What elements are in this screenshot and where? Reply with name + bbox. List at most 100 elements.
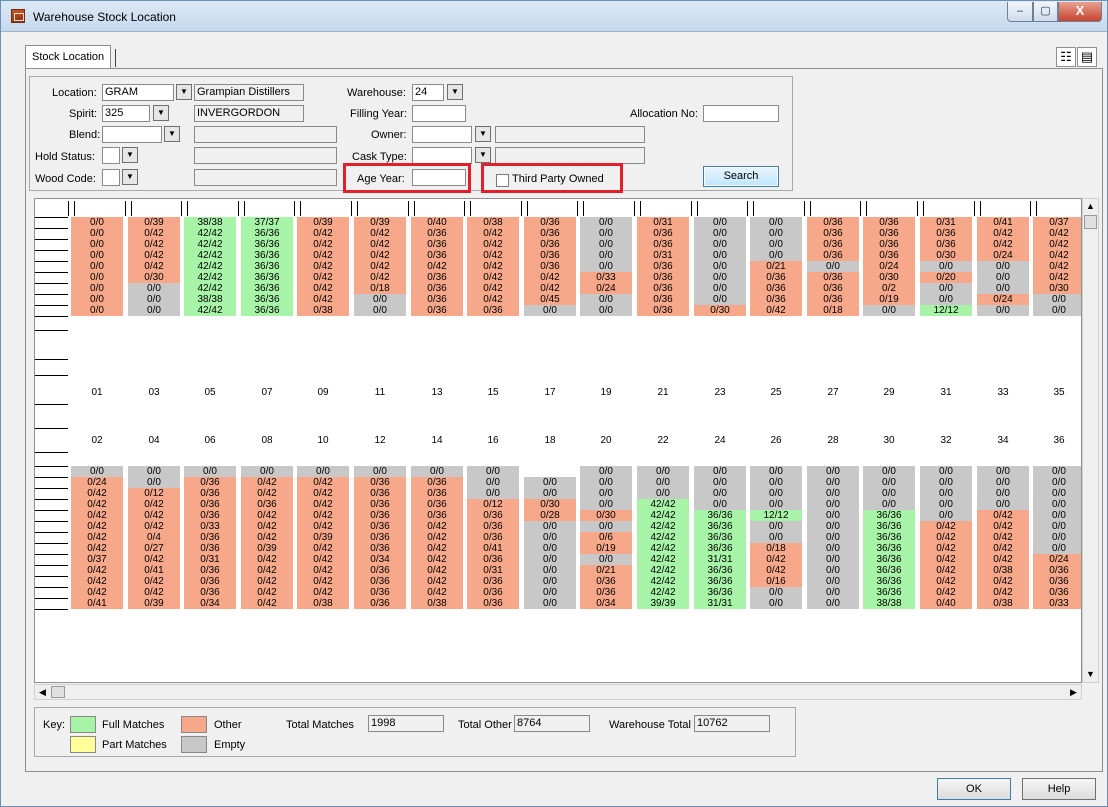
bay-cell[interactable]: 0/42 [71, 532, 123, 543]
bay-cell[interactable]: 0/34 [580, 598, 632, 609]
bay-cell[interactable]: 0/0 [524, 576, 576, 587]
bay-cell[interactable]: 0/24 [977, 250, 1029, 261]
bay-cell[interactable]: 0/30 [863, 272, 915, 283]
bay-cell[interactable]: 0/42 [411, 261, 463, 272]
bay-cell[interactable]: 0/42 [411, 587, 463, 598]
bay-cell[interactable]: 0/42 [128, 587, 180, 598]
bay-cell[interactable]: 42/42 [184, 239, 236, 250]
bay-cell[interactable]: 0/0 [977, 272, 1029, 283]
bay-cell[interactable]: 0/42 [297, 554, 349, 565]
bay-cell[interactable]: 0/12 [467, 499, 519, 510]
bay-cell[interactable]: 36/36 [694, 532, 746, 543]
bay-cell[interactable]: 0/18 [354, 283, 406, 294]
print-icon[interactable]: ▤ [1077, 47, 1097, 67]
bay-cell[interactable]: 0/0 [128, 283, 180, 294]
bay-cell[interactable]: 0/42 [920, 521, 972, 532]
bay-cell[interactable]: 0/0 [580, 499, 632, 510]
bay-cell[interactable]: 0/0 [807, 543, 859, 554]
bay-cell[interactable]: 0/36 [920, 239, 972, 250]
bay-cell[interactable]: 0/0 [128, 466, 180, 477]
bay-cell[interactable]: 0/36 [354, 477, 406, 488]
layout-icon[interactable]: ☷ [1056, 47, 1076, 67]
bay-cell[interactable]: 0/0 [354, 305, 406, 316]
bay-cell[interactable]: 0/42 [297, 543, 349, 554]
minimize-button[interactable]: – [1007, 2, 1033, 22]
warehouse-dropdown-icon[interactable]: ▼ [447, 84, 463, 100]
bay-cell[interactable]: 0/0 [807, 488, 859, 499]
bay-cell[interactable]: 0/36 [467, 587, 519, 598]
bay-cell[interactable]: 0/42 [71, 510, 123, 521]
bay-cell[interactable]: 0/42 [977, 510, 1029, 521]
bay-cell[interactable]: 0/42 [977, 543, 1029, 554]
bay-cell[interactable]: 0/36 [637, 305, 689, 316]
bay-cell[interactable]: 0/38 [297, 305, 349, 316]
bay-cell[interactable]: 0/36 [354, 488, 406, 499]
bay-cell[interactable]: 0/42 [128, 521, 180, 532]
bay-cell[interactable]: 36/36 [694, 587, 746, 598]
bay-cell[interactable]: 0/42 [71, 488, 123, 499]
bay-cell[interactable]: 0/36 [184, 565, 236, 576]
bay-cell[interactable]: 0/0 [580, 521, 632, 532]
bay-cell[interactable]: 0/0 [411, 466, 463, 477]
bay-cell[interactable]: 0/0 [750, 250, 802, 261]
bay-cell[interactable]: 0/0 [1033, 477, 1081, 488]
bay-cell[interactable]: 0/36 [411, 477, 463, 488]
bay-cell[interactable]: 0/0 [1033, 510, 1081, 521]
bay-cell[interactable]: 0/21 [750, 261, 802, 272]
bay-cell[interactable]: 0/30 [524, 499, 576, 510]
bay-cell[interactable]: 0/42 [920, 532, 972, 543]
bay-cell[interactable]: 0/0 [694, 283, 746, 294]
bay-cell[interactable]: 0/42 [297, 239, 349, 250]
bay-cell[interactable]: 0/0 [71, 217, 123, 228]
bay-cell[interactable]: 0/0 [524, 565, 576, 576]
bay-cell[interactable]: 0/42 [241, 532, 293, 543]
bay-cell[interactable]: 0/42 [128, 228, 180, 239]
bay-cell[interactable]: 31/31 [694, 554, 746, 565]
allocation-field[interactable] [703, 105, 779, 122]
bay-cell[interactable]: 0/42 [241, 477, 293, 488]
bay-cell[interactable]: 0/24 [71, 477, 123, 488]
bay-cell[interactable]: 0/0 [807, 598, 859, 609]
bay-cell[interactable]: 0/0 [920, 283, 972, 294]
bay-cell[interactable]: 0/0 [580, 217, 632, 228]
bay-cell[interactable]: 0/34 [184, 598, 236, 609]
bay-cell[interactable]: 0/0 [524, 488, 576, 499]
bay-cell[interactable]: 0/42 [241, 510, 293, 521]
bay-cell[interactable]: 0/0 [750, 239, 802, 250]
bay-cell[interactable]: 0/42 [411, 543, 463, 554]
bay-cell[interactable]: 0/0 [637, 488, 689, 499]
bay-cell[interactable]: 36/36 [241, 228, 293, 239]
bay-cell[interactable]: 0/36 [411, 283, 463, 294]
bay-cell[interactable]: 42/42 [637, 587, 689, 598]
bay-cell[interactable]: 0/39 [241, 543, 293, 554]
bay-cell[interactable]: 0/0 [920, 488, 972, 499]
bay-cell[interactable]: 0/20 [920, 272, 972, 283]
bay-cell[interactable]: 0/42 [1033, 272, 1081, 283]
bay-cell[interactable]: 0/36 [1033, 565, 1081, 576]
bay-cell[interactable]: 0/0 [807, 554, 859, 565]
bay-cell[interactable]: 0/0 [354, 466, 406, 477]
bay-cell[interactable]: 0/42 [297, 565, 349, 576]
bay-cell[interactable]: 0/0 [977, 499, 1029, 510]
bay-cell[interactable]: 0/36 [637, 239, 689, 250]
bay-cell[interactable]: 0/42 [467, 261, 519, 272]
bay-cell[interactable]: 0/0 [580, 294, 632, 305]
bay-cell[interactable]: 0/42 [354, 239, 406, 250]
bay-cell[interactable]: 0/0 [128, 294, 180, 305]
bay-cell[interactable]: 0/42 [297, 250, 349, 261]
bay-cell[interactable]: 0/42 [297, 488, 349, 499]
bay-cell[interactable]: 0/42 [411, 576, 463, 587]
bay-cell[interactable]: 0/0 [580, 477, 632, 488]
bay-cell[interactable]: 0/0 [807, 477, 859, 488]
bay-cell[interactable]: 38/38 [184, 294, 236, 305]
bay-cell[interactable]: 0/36 [411, 305, 463, 316]
bay-cell[interactable]: 0/36 [920, 228, 972, 239]
bay-cell[interactable]: 0/42 [411, 521, 463, 532]
bay-cell[interactable]: 36/36 [863, 587, 915, 598]
scroll-up-icon[interactable]: ▲ [1083, 199, 1098, 214]
bay-cell[interactable]: 0/36 [467, 532, 519, 543]
bay-cell[interactable] [524, 466, 576, 477]
bay-cell[interactable]: 0/28 [524, 510, 576, 521]
bay-cell[interactable]: 0/36 [411, 239, 463, 250]
bay-cell[interactable]: 36/36 [863, 532, 915, 543]
